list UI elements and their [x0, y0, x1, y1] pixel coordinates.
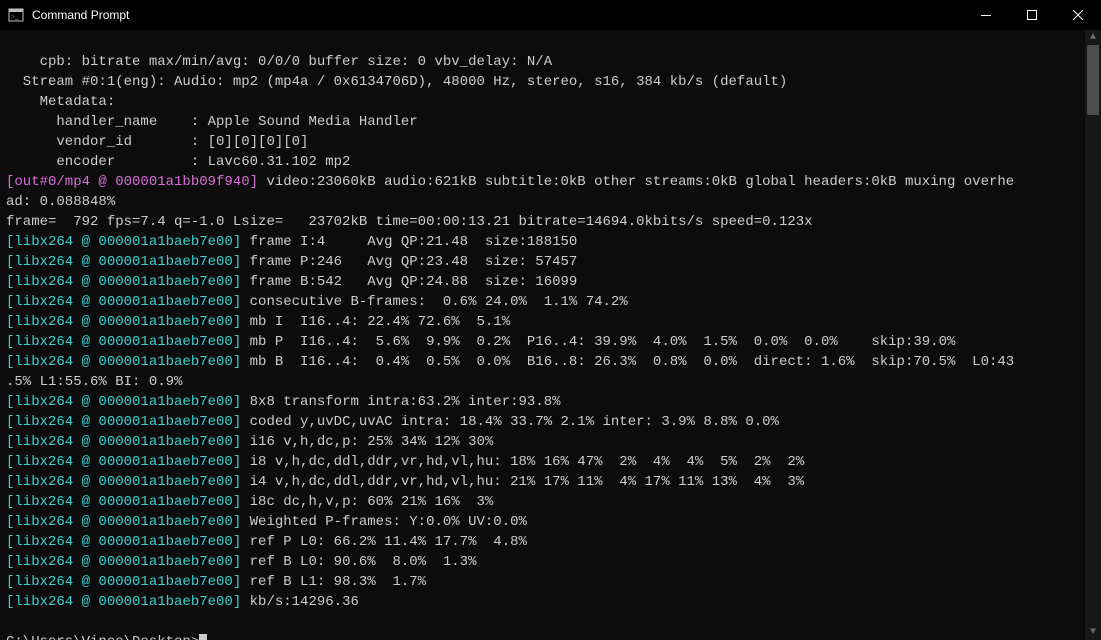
output-line: frame B:542 Avg QP:24.88 size: 16099 [241, 274, 577, 290]
prefix-libx264: [libx264 @ 000001a1baeb7e00] [6, 594, 241, 610]
prefix-libx264: [libx264 @ 000001a1baeb7e00] [6, 414, 241, 430]
output-line: mb B I16..4: 0.4% 0.5% 0.0% B16..8: 26.3… [241, 354, 1014, 370]
output-line: Stream #0:1(eng): Audio: mp2 (mp4a / 0x6… [6, 74, 787, 90]
output-line: mb P I16..4: 5.6% 9.9% 0.2% P16..4: 39.9… [241, 334, 955, 350]
output-line: Weighted P-frames: Y:0.0% UV:0.0% [241, 514, 527, 530]
command-prompt-window: >_ Command Prompt cpb: bitrate max/min/a… [0, 0, 1101, 640]
cursor [199, 634, 207, 640]
scrollbar-thumb[interactable] [1087, 45, 1099, 115]
prefix-libx264: [libx264 @ 000001a1baeb7e00] [6, 514, 241, 530]
maximize-button[interactable] [1009, 0, 1055, 30]
output-line: ad: 0.088848% [6, 194, 115, 210]
window-title: Command Prompt [30, 5, 963, 25]
prefix-libx264: [libx264 @ 000001a1baeb7e00] [6, 554, 241, 570]
output-line: coded y,uvDC,uvAC intra: 18.4% 33.7% 2.1… [241, 414, 779, 430]
output-line: i16 v,h,dc,p: 25% 34% 12% 30% [241, 434, 493, 450]
prefix-libx264: [libx264 @ 000001a1baeb7e00] [6, 434, 241, 450]
prefix-libx264: [libx264 @ 000001a1baeb7e00] [6, 354, 241, 370]
prefix-libx264: [libx264 @ 000001a1baeb7e00] [6, 314, 241, 330]
titlebar[interactable]: >_ Command Prompt [0, 0, 1101, 30]
output-line: handler_name : Apple Sound Media Handler [6, 114, 418, 130]
prefix-libx264: [libx264 @ 000001a1baeb7e00] [6, 254, 241, 270]
output-line: mb I I16..4: 22.4% 72.6% 5.1% [241, 314, 510, 330]
prefix-libx264: [libx264 @ 000001a1baeb7e00] [6, 534, 241, 550]
app-icon: >_ [8, 7, 24, 23]
prefix-libx264: [libx264 @ 000001a1baeb7e00] [6, 474, 241, 490]
minimize-button[interactable] [963, 0, 1009, 30]
output-line: frame I:4 Avg QP:21.48 size:188150 [241, 234, 577, 250]
prefix-libx264: [libx264 @ 000001a1baeb7e00] [6, 574, 241, 590]
output-line: .5% L1:55.6% BI: 0.9% [6, 374, 182, 390]
prefix-libx264: [libx264 @ 000001a1baeb7e00] [6, 454, 241, 470]
scroll-up-arrow-icon[interactable]: ▲ [1085, 30, 1101, 45]
output-line: frame P:246 Avg QP:23.48 size: 57457 [241, 254, 577, 270]
terminal-area: cpb: bitrate max/min/avg: 0/0/0 buffer s… [0, 30, 1101, 640]
output-line: i4 v,h,dc,ddl,ddr,vr,hd,vl,hu: 21% 17% 1… [241, 474, 804, 490]
terminal-output[interactable]: cpb: bitrate max/min/avg: 0/0/0 buffer s… [0, 30, 1085, 640]
command-prompt[interactable]: C:\Users\Vince\Desktop> [6, 634, 199, 640]
prefix-libx264: [libx264 @ 000001a1baeb7e00] [6, 494, 241, 510]
output-line: encoder : Lavc60.31.102 mp2 [6, 154, 350, 170]
prefix-libx264: [libx264 @ 000001a1baeb7e00] [6, 334, 241, 350]
output-line: 8x8 transform intra:63.2% inter:93.8% [241, 394, 560, 410]
output-line: ref B L0: 90.6% 8.0% 1.3% [241, 554, 476, 570]
output-line: Metadata: [6, 94, 115, 110]
prefix-out0: [out#0/mp4 @ 000001a1bb09f940] [6, 174, 258, 190]
prefix-libx264: [libx264 @ 000001a1baeb7e00] [6, 394, 241, 410]
output-line: vendor_id : [0][0][0][0] [6, 134, 308, 150]
prefix-libx264: [libx264 @ 000001a1baeb7e00] [6, 294, 241, 310]
output-line: i8 v,h,dc,ddl,ddr,vr,hd,vl,hu: 18% 16% 4… [241, 454, 804, 470]
output-line: i8c dc,h,v,p: 60% 21% 16% 3% [241, 494, 493, 510]
scroll-down-arrow-icon[interactable]: ▼ [1085, 625, 1101, 640]
svg-text:>_: >_ [11, 13, 19, 21]
output-line: ref P L0: 66.2% 11.4% 17.7% 4.8% [241, 534, 527, 550]
close-button[interactable] [1055, 0, 1101, 30]
output-line: frame= 792 fps=7.4 q=-1.0 Lsize= 23702kB… [6, 214, 813, 230]
prefix-libx264: [libx264 @ 000001a1baeb7e00] [6, 274, 241, 290]
output-line: consecutive B-frames: 0.6% 24.0% 1.1% 74… [241, 294, 627, 310]
output-line: video:23060kB audio:621kB subtitle:0kB o… [258, 174, 1014, 190]
output-line: ref B L1: 98.3% 1.7% [241, 574, 426, 590]
prefix-libx264: [libx264 @ 000001a1baeb7e00] [6, 234, 241, 250]
output-line: cpb: bitrate max/min/avg: 0/0/0 buffer s… [6, 54, 552, 70]
output-line: kb/s:14296.36 [241, 594, 359, 610]
vertical-scrollbar[interactable]: ▲ ▼ [1085, 30, 1101, 640]
